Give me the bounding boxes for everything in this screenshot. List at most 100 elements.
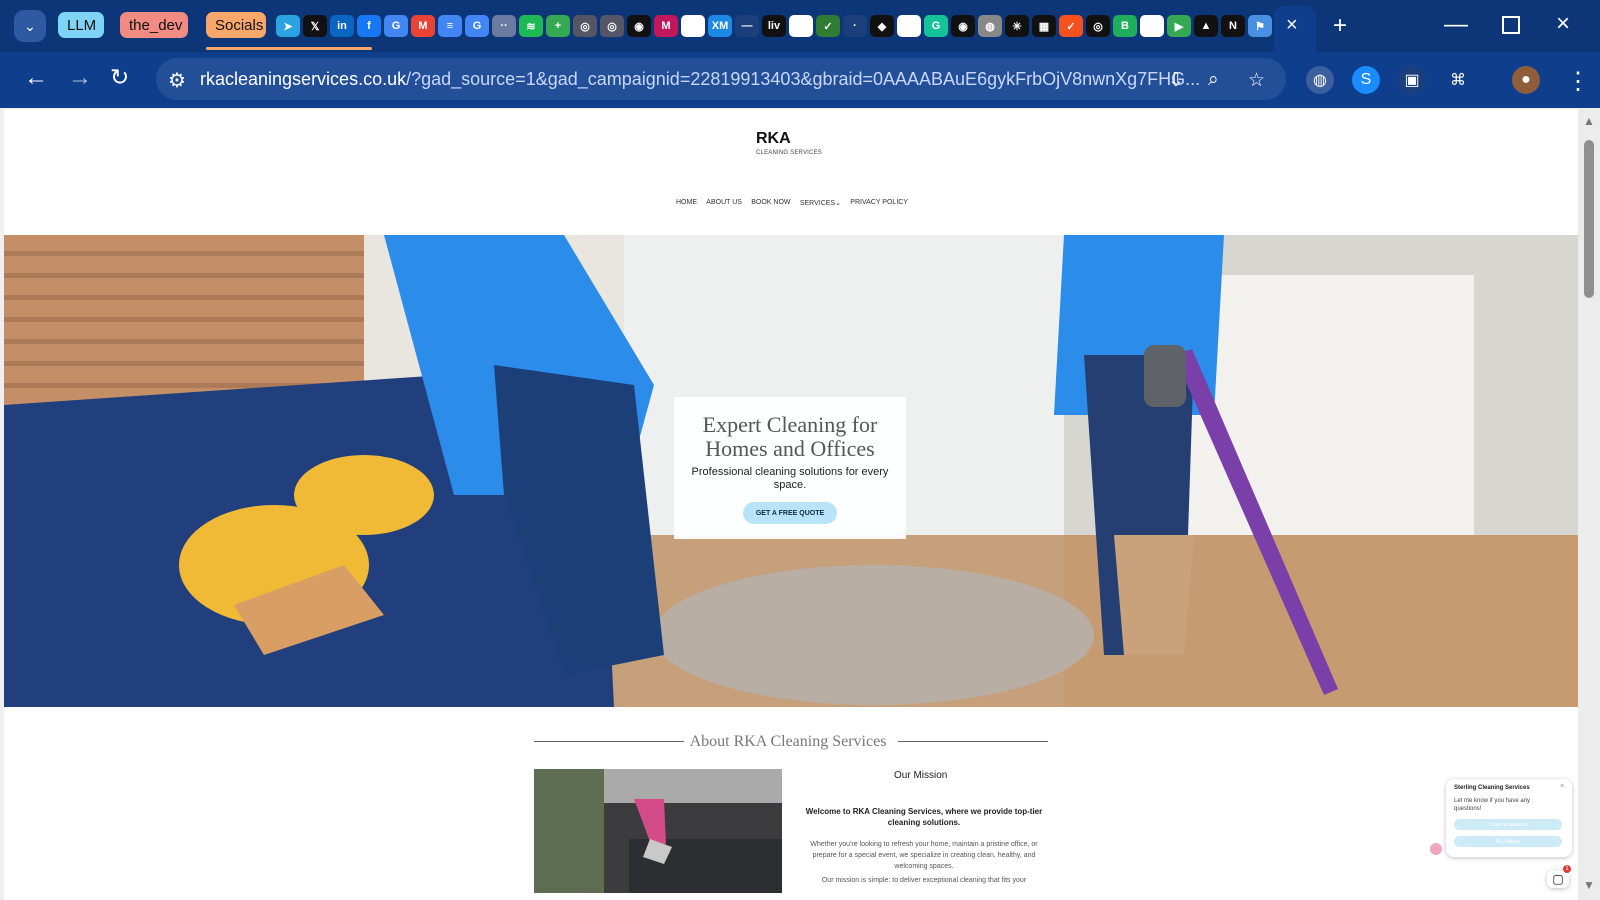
bookmark-star-icon[interactable]: ☆ — [1248, 69, 1265, 92]
app-icon[interactable]: ✓ — [816, 15, 840, 37]
grammarly-icon[interactable]: G — [924, 15, 948, 37]
wikipedia-icon[interactable]: W — [897, 15, 921, 37]
chat-notification-badge: 1 — [1563, 865, 1571, 873]
get-free-quote-button[interactable]: GET A FREE QUOTE — [743, 502, 837, 524]
browser-menu-icon[interactable]: ⋮ — [1566, 67, 1590, 96]
hero-banner: Expert Cleaning for Homes and Offices Pr… — [4, 235, 1578, 707]
tab-group-the-dev[interactable]: the_dev — [120, 12, 188, 38]
site-nav: HOME ABOUT US BOOK NOW SERVICES⌄ PRIVACY… — [676, 199, 908, 213]
forward-icon[interactable]: → — [68, 64, 92, 92]
about-divider-left — [534, 741, 684, 742]
nav-home[interactable]: HOME — [676, 199, 697, 213]
maximize-button[interactable] — [1502, 16, 1520, 34]
logo-text: RKA — [756, 130, 791, 147]
openai-icon[interactable]: ✱ — [789, 15, 813, 37]
close-window-button[interactable]: × — [1556, 10, 1570, 38]
site-logo[interactable]: RKA CLEANING SERVICES — [756, 127, 822, 156]
upholstery-cleaning-photo — [534, 769, 782, 893]
chat-close-icon[interactable]: × — [1560, 783, 1564, 790]
new-tab-button[interactable]: + — [1333, 12, 1347, 40]
chat-avatar — [1430, 843, 1442, 855]
scroll-down-icon[interactable]: ▼ — [1583, 878, 1595, 892]
hero-title: Expert Cleaning for Homes and Offices — [702, 412, 878, 461]
xm-icon[interactable]: XM — [708, 15, 732, 37]
x-icon[interactable]: 𝕏 — [303, 15, 327, 37]
chat-title: Sterling Cleaning Services — [1454, 785, 1530, 791]
target-icon[interactable]: ◎ — [1086, 15, 1110, 37]
hero-subtitle: Professional cleaning solutions for ever… — [691, 466, 889, 491]
gmail-icon[interactable]: M — [411, 15, 435, 37]
chevron-down-icon: ⌄ — [835, 200, 841, 207]
mission-text-2: Our mission is simple: to deliver except… — [821, 877, 1027, 884]
nav-about-us[interactable]: ABOUT US — [706, 199, 742, 213]
about-image — [534, 769, 782, 893]
tab-group-socials-underline — [206, 47, 372, 50]
docs-icon[interactable]: ≡ — [438, 15, 462, 37]
url-domain: rkacleaningservices.co.uk — [200, 69, 407, 89]
telegram-icon[interactable]: ➤ — [276, 15, 300, 37]
web-page: RKA CLEANING SERVICES HOME ABOUT US BOOK… — [4, 109, 1578, 900]
perplexity-icon[interactable]: ✳ — [1005, 15, 1029, 37]
google-icon[interactable]: G — [465, 15, 489, 37]
notion-icon[interactable]: N — [1140, 15, 1164, 37]
linkedin-icon[interactable]: in — [330, 15, 354, 37]
github-icon[interactable]: ◉ — [627, 15, 651, 37]
url-text[interactable]: rkacleaningservices.co.uk/?gad_source=1&… — [200, 69, 1200, 90]
shazam-extension-icon[interactable]: S — [1352, 66, 1380, 94]
github-icon[interactable]: ◉ — [951, 15, 975, 37]
mission-intro: Welcome to RKA Cleaning Services, where … — [805, 807, 1043, 827]
minimize-button[interactable]: — — [1444, 11, 1468, 39]
shield-icon[interactable]: ◆ — [870, 15, 894, 37]
tab-group-socials[interactable]: Socials — [206, 12, 266, 38]
chat-question-button[interactable]: I have a question — [1454, 819, 1562, 830]
nav-services-label: SERVICES — [799, 200, 836, 207]
browser-chrome: ⌄ LLM the_dev Socials ➤ 𝕏in f G M ≡ G ·· ≋ + ◎ ◎ ◉ M N… — [0, 0, 1600, 108]
extensions-icon[interactable]: ⌘ — [1444, 66, 1472, 94]
site-info-icon[interactable]: ⚙ — [168, 68, 186, 93]
spotify-icon[interactable]: ≋ — [519, 15, 543, 37]
b-icon[interactable]: B — [1113, 15, 1137, 37]
meet-icon[interactable]: ▶ — [1167, 15, 1191, 37]
profile-avatar[interactable]: ● — [1512, 66, 1540, 94]
about-section-title: About RKA Cleaning Services — [689, 733, 887, 750]
sheets-icon[interactable]: + — [546, 15, 570, 37]
tab-group-llm[interactable]: LLM — [58, 12, 104, 38]
kite-icon[interactable]: ⚑ — [1248, 15, 1272, 37]
scroll-thumb[interactable] — [1584, 140, 1594, 298]
reload-icon[interactable]: ↻ — [110, 64, 129, 91]
check-icon[interactable]: ✓ — [1059, 15, 1083, 37]
circle-logo-icon[interactable]: ◎ — [600, 15, 624, 37]
globe-icon[interactable]: ◍ — [978, 15, 1002, 37]
magazine-icon[interactable]: M — [654, 15, 678, 37]
nav-services[interactable]: SERVICES⌄ — [800, 199, 841, 213]
facebook-icon[interactable]: f — [357, 15, 381, 37]
tab-close-icon[interactable]: × — [1286, 14, 1298, 37]
url-path: /?gad_source=1&gad_campaignid=2281991340… — [406, 69, 1201, 89]
tab-search-button[interactable]: ⌄ — [14, 10, 46, 42]
tab-icon[interactable]: · — [843, 15, 867, 37]
notion-icon[interactable]: N — [681, 15, 705, 37]
back-icon[interactable]: ← — [24, 64, 48, 92]
chat-popup: Sterling Cleaning Services × Let me know… — [1446, 779, 1572, 857]
hero-card: Expert Cleaning for Homes and Offices Pr… — [674, 397, 906, 539]
globe-extension-icon[interactable]: ◍ — [1306, 66, 1334, 94]
chat-no-thanks-button[interactable]: No, thanks — [1454, 836, 1562, 847]
scroll-up-icon[interactable]: ▲ — [1583, 114, 1595, 128]
mission-text: Whether you're looking to refresh your h… — [810, 841, 1038, 870]
about-divider-right — [898, 741, 1048, 742]
chat-message: Let me know if you have any questions! — [1454, 798, 1531, 812]
grid-icon[interactable]: ▦ — [1032, 15, 1056, 37]
live-icon[interactable]: liv — [762, 15, 786, 37]
n-icon[interactable]: N — [1221, 15, 1245, 37]
circle-logo-icon[interactable]: ◎ — [573, 15, 597, 37]
line-icon[interactable]: — — [735, 15, 759, 37]
install-app-icon[interactable]: ⇩ — [1168, 69, 1184, 92]
triangle-icon[interactable]: ▲ — [1194, 15, 1218, 37]
nav-book-now[interactable]: BOOK NOW — [751, 199, 790, 213]
zoom-icon[interactable]: ⌕ — [1208, 69, 1219, 91]
nav-privacy-policy[interactable]: PRIVACY POLICY — [850, 199, 908, 213]
qr-code-icon[interactable]: ▣ — [1398, 66, 1426, 94]
mission-heading: Our Mission — [894, 770, 948, 781]
google-icon[interactable]: G — [384, 15, 408, 37]
more-dots-icon[interactable]: ·· — [492, 15, 516, 37]
